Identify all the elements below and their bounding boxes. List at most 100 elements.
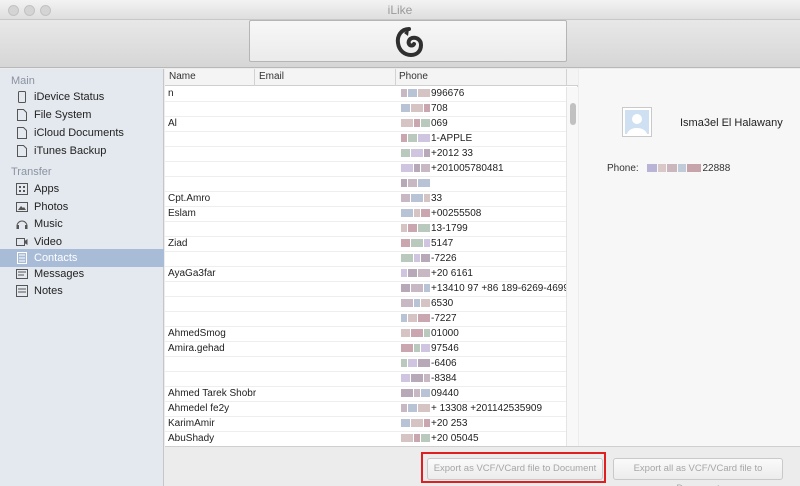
sidebar-item-label: Photos xyxy=(34,201,69,213)
phone-text: 1-APPLE xyxy=(431,133,473,144)
column-header-name[interactable]: Name xyxy=(169,71,196,82)
table-row[interactable]: Al 069 xyxy=(165,117,567,132)
app-logo-icon xyxy=(395,27,423,57)
sidebar-item-label: iTunes Backup xyxy=(34,145,107,157)
sidebar-item-photos[interactable]: Photos xyxy=(0,198,164,216)
photos-icon xyxy=(16,201,28,213)
phone-text: +00255508 xyxy=(431,208,482,219)
app-logo-panel xyxy=(249,20,567,62)
notes-icon xyxy=(16,285,28,297)
sidebar-item-file-system[interactable]: File System xyxy=(0,106,164,124)
sidebar-item-label: Music xyxy=(34,218,63,230)
cell-phone: 33 xyxy=(401,193,571,204)
sidebar-item-idevice-status[interactable]: iDevice Status xyxy=(0,88,164,106)
cell-phone: +13410 97 +86 189-6269-4699 xyxy=(401,283,571,294)
contact-detail-panel: Isma3el El Halawany Phone: 22888 xyxy=(579,69,800,446)
title-bar: iLike xyxy=(0,0,800,20)
cell-phone: 01000 xyxy=(401,328,571,339)
table-row[interactable]: -7227 xyxy=(165,312,567,327)
table-row[interactable]: -7226 xyxy=(165,252,567,267)
cell-name: AyaGa3far xyxy=(168,268,216,279)
table-row[interactable] xyxy=(165,177,567,192)
phone-text: 97546 xyxy=(431,343,459,354)
sidebar-item-messages[interactable]: Messages xyxy=(0,265,164,283)
sidebar-item-label: Notes xyxy=(34,285,63,297)
table-row[interactable]: Ahmed Tarek Shobra 09440 xyxy=(165,387,567,402)
table-row[interactable]: Ziad 5147 xyxy=(165,237,567,252)
cell-phone: 5147 xyxy=(401,238,571,249)
table-row[interactable]: 13-1799 xyxy=(165,222,567,237)
phone-text: -7226 xyxy=(431,253,457,264)
sidebar-item-label: iDevice Status xyxy=(34,91,105,103)
phone-text: +20 05045 xyxy=(431,433,479,444)
table-row[interactable]: Amira.gehad 97546 xyxy=(165,342,567,357)
contact-phone: Phone: 22888 xyxy=(607,163,730,174)
phone-text: -7227 xyxy=(431,313,457,324)
sidebar-item-label: Apps xyxy=(34,183,60,195)
scrollbar-thumb[interactable] xyxy=(570,103,576,125)
table-row[interactable]: AhmedSmog 01000 xyxy=(165,327,567,342)
file-icon xyxy=(16,109,28,121)
phone-text: 069 xyxy=(431,118,448,129)
table-row[interactable]: AyaGa3far +20 6161 xyxy=(165,267,567,282)
phone-text: 996676 xyxy=(431,88,465,99)
table-row[interactable]: Cpt.Amro 33 xyxy=(165,192,567,207)
table-row[interactable]: +201005780481 xyxy=(165,162,567,177)
export-all-vcf-button[interactable]: Export all as VCF/VCard file to Document xyxy=(613,458,783,486)
phone-text: 6530 xyxy=(431,298,454,309)
backup-icon xyxy=(16,145,28,157)
sidebar-item-label: iCloud Documents xyxy=(34,127,124,139)
cell-phone: -8384 xyxy=(401,373,571,384)
cell-phone: 069 xyxy=(401,118,571,129)
sidebar-item-apps[interactable]: Apps xyxy=(0,180,164,198)
sidebar: Main iDevice Status File System iCloud D… xyxy=(0,69,164,486)
sidebar-item-label: Contacts xyxy=(34,252,78,264)
table-row[interactable]: -8384 xyxy=(165,372,567,387)
cell-name: Cpt.Amro xyxy=(168,193,211,204)
table-row[interactable]: Eslam +00255508 xyxy=(165,207,567,222)
sidebar-section-main: Main xyxy=(11,75,35,87)
sidebar-item-icloud-documents[interactable]: iCloud Documents xyxy=(0,124,164,142)
table-row[interactable]: KarimAmir +20 253 xyxy=(165,417,567,432)
table-row[interactable]: -6406 xyxy=(165,357,567,372)
table-row[interactable]: AbuShady +20 05045 xyxy=(165,432,567,447)
cell-name: Ziad xyxy=(168,238,188,249)
table-scrollbar[interactable] xyxy=(566,87,578,446)
sidebar-item-label: File System xyxy=(34,109,92,121)
table-row[interactable]: 1-APPLE xyxy=(165,132,567,147)
phone-text: 5147 xyxy=(431,238,454,249)
cell-phone: -7226 xyxy=(401,253,571,264)
column-header-phone[interactable]: Phone xyxy=(399,71,428,82)
sidebar-item-music[interactable]: Music xyxy=(0,215,164,233)
phone-text: + 13308 +201142535909 xyxy=(431,403,543,414)
sidebar-item-notes[interactable]: Notes xyxy=(0,282,164,300)
table-row[interactable]: 708 xyxy=(165,102,567,117)
table-row[interactable]: Ahmedel fe2y + 13308 +201142535909 xyxy=(165,402,567,417)
cell-phone: +20 253 xyxy=(401,418,571,429)
cell-phone: +2012 33 xyxy=(401,148,571,159)
sidebar-item-itunes-backup[interactable]: iTunes Backup xyxy=(0,142,164,160)
cell-phone: 996676 xyxy=(401,88,571,99)
table-row[interactable]: +2012 33 xyxy=(165,147,567,162)
cell-phone: +00255508 xyxy=(401,208,571,219)
contact-name: Isma3el El Halawany xyxy=(680,117,783,129)
cell-name: KarimAmir xyxy=(168,418,215,429)
avatar xyxy=(622,107,652,137)
phone-label: Phone: xyxy=(607,163,639,174)
apps-icon xyxy=(16,183,28,195)
table-row[interactable]: n 996676 xyxy=(165,87,567,102)
phone-text: -8384 xyxy=(431,373,457,384)
sidebar-section-transfer: Transfer xyxy=(11,166,52,178)
cell-name: Al xyxy=(168,118,177,129)
music-icon xyxy=(16,218,28,230)
phone-text: +20 6161 xyxy=(431,268,473,279)
column-header-email[interactable]: Email xyxy=(259,71,284,82)
phone-value: 22888 xyxy=(702,163,731,174)
cell-phone: +201005780481 xyxy=(401,163,571,174)
cell-name: AhmedSmog xyxy=(168,328,226,339)
phone-text: +2012 33 xyxy=(431,148,473,159)
phone-text: +201005780481 xyxy=(431,163,504,174)
table-row[interactable]: 6530 xyxy=(165,297,567,312)
table-row[interactable]: +13410 97 +86 189-6269-4699 xyxy=(165,282,569,297)
phone-text: 708 xyxy=(431,103,448,114)
